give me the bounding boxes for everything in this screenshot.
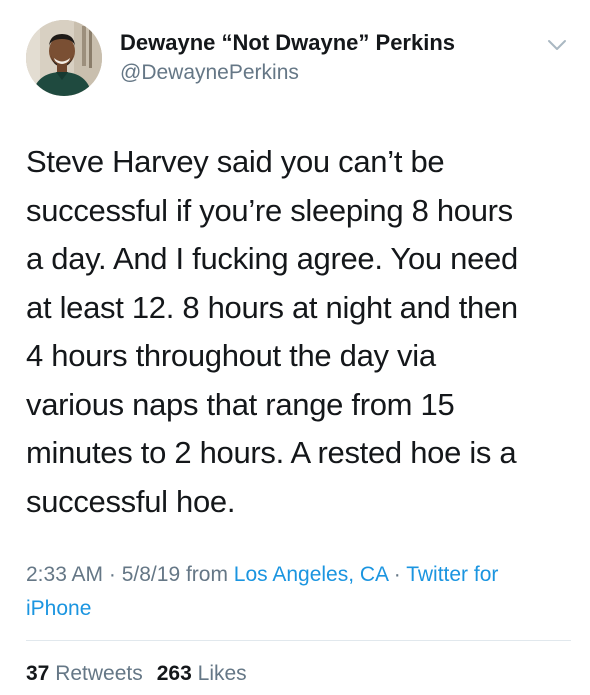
tweet-text-line: various naps that range from 15 — [26, 386, 455, 422]
chevron-down-icon[interactable] — [547, 38, 567, 52]
tweet-text-line: minutes to 2 hours. A rested hoe is a — [26, 435, 517, 470]
tweet-date[interactable]: 5/8/19 — [122, 563, 180, 586]
tweet-text-line: Steve Harvey said you can’t be — [26, 144, 445, 179]
likes-stat[interactable]: 263 Likes — [157, 662, 247, 685]
author-handle[interactable]: @DewaynePerkins — [120, 61, 299, 85]
tweet-metadata: 2:33 AM · 5/8/19 from Los Angeles, CA · … — [26, 558, 566, 626]
from-label: from — [180, 563, 234, 586]
tweet-text: Steve Harvey said you can’t be successfu… — [26, 138, 571, 526]
tweet-stats: 37 Retweets 263 Likes — [26, 662, 247, 686]
likes-label: Likes — [197, 662, 247, 685]
retweets-count: 37 — [26, 662, 50, 685]
author-display-name[interactable]: Dewayne “Not Dwayne” Perkins — [120, 30, 455, 56]
tweet-time[interactable]: 2:33 AM — [26, 563, 103, 586]
tweet-card: Dewayne “Not Dwayne” Perkins @DewaynePer… — [0, 0, 590, 695]
retweets-stat[interactable]: 37 Retweets — [26, 662, 143, 685]
location-link[interactable]: Los Angeles, CA — [234, 563, 388, 586]
tweet-text-line: successful if you’re sleeping 8 hours — [26, 192, 513, 228]
retweets-label: Retweets — [55, 662, 143, 685]
meta-separator: · — [387, 563, 407, 586]
meta-separator: · — [103, 563, 122, 586]
tweet-text-line: successful hoe. — [26, 483, 236, 519]
divider — [26, 640, 571, 641]
tweet-text-line: a day. And I fucking agree. You need — [26, 241, 518, 276]
tweet-text-line: 4 hours throughout the day via — [26, 338, 436, 373]
avatar[interactable] — [26, 20, 102, 96]
likes-count: 263 — [156, 662, 192, 685]
profile-photo-icon — [26, 20, 102, 96]
tweet-text-line: at least 12. 8 hours at night and then — [26, 289, 518, 325]
